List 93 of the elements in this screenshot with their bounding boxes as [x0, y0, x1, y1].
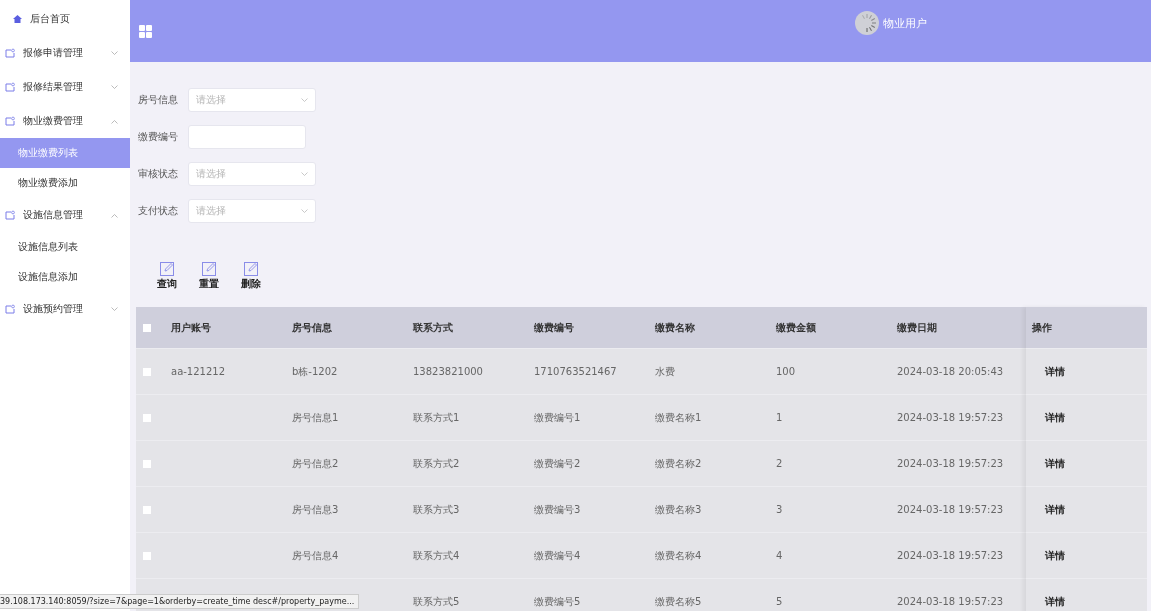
table-cell: 2024-03-18 19:57:23 [897, 412, 1004, 423]
table-cell: 缴费编号1 [534, 411, 581, 423]
sidebar-group[interactable]: 设施预约管理 [0, 292, 130, 326]
grid-icon[interactable] [139, 24, 152, 38]
sidebar-subitem[interactable]: 物业缴费添加 [0, 168, 130, 198]
table-cell: 5 [776, 596, 783, 607]
checkbox[interactable] [143, 459, 151, 468]
table-cell: 2024-03-18 19:57:23 [897, 596, 1004, 607]
folder-icon [5, 82, 15, 92]
table-cell: 2024-03-18 19:57:23 [897, 504, 1004, 515]
avatar-icon [855, 11, 879, 35]
field-label: 房号信息 [138, 93, 179, 107]
table-cell: 房号信息4 [292, 549, 339, 561]
folder-icon [5, 304, 15, 314]
table-cell: 2024-03-18 19:57:23 [897, 550, 1004, 561]
table-cell: 缴费编号3 [534, 503, 581, 515]
edit-icon [243, 261, 259, 276]
table-cell: 100 [776, 366, 796, 377]
checkbox[interactable] [143, 551, 151, 560]
table-cell: 缴费名称1 [655, 411, 702, 423]
table-cell: 2024-03-18 19:57:23 [897, 458, 1004, 469]
table-cell: 房号信息3 [292, 503, 339, 515]
column-header: 缴费金额 [776, 320, 817, 335]
edit-icon [201, 261, 217, 276]
table-cell: 1710763521467 [534, 366, 617, 377]
sidebar-group[interactable]: 报修申请管理 [0, 36, 130, 70]
table-cell: 联系方式2 [413, 457, 460, 469]
column-header: 用户账号 [171, 320, 212, 335]
table-cell: 缴费名称4 [655, 549, 702, 561]
sidebar-group[interactable]: 设施信息管理 [0, 198, 130, 232]
folder-icon [5, 48, 15, 58]
column-header: 联系方式 [413, 320, 454, 335]
detail-link[interactable]: 详情 [1045, 456, 1065, 471]
table-cell: 13823821000 [413, 366, 483, 377]
table-cell: 缴费名称2 [655, 457, 702, 469]
table-cell: 缴费名称3 [655, 503, 702, 515]
action-button[interactable]: 删除 [241, 261, 261, 291]
table-cell: 2024-03-18 20:05:43 [897, 366, 1004, 377]
sidebar-item[interactable]: 后台首页 [0, 2, 130, 36]
table-cell: 2 [776, 458, 783, 469]
column-header: 房号信息 [292, 320, 333, 335]
detail-link[interactable]: 详情 [1045, 410, 1065, 425]
field-label: 审核状态 [138, 167, 179, 181]
table-cell: 缴费名称5 [655, 595, 702, 607]
detail-link[interactable]: 详情 [1045, 502, 1065, 517]
table-cell: 联系方式4 [413, 549, 460, 561]
table-cell: 水费 [655, 365, 675, 377]
sidebar-group[interactable]: 报修结果管理 [0, 70, 130, 104]
folder-icon [5, 210, 15, 220]
chevron-icon [301, 97, 308, 103]
column-header: 缴费日期 [897, 320, 938, 335]
field-label: 缴费编号 [138, 130, 179, 144]
table-cell: 1 [776, 412, 783, 423]
table-cell: b栋-1202 [292, 365, 338, 377]
column-header: 操作 [1032, 320, 1052, 335]
detail-link[interactable]: 详情 [1045, 594, 1065, 609]
table-cell: 房号信息2 [292, 457, 339, 469]
column-header: 缴费编号 [534, 320, 575, 335]
detail-link[interactable]: 详情 [1045, 364, 1065, 379]
checkbox[interactable] [143, 323, 151, 332]
table-cell: 缴费编号2 [534, 457, 581, 469]
table-cell: 缴费编号5 [534, 595, 581, 607]
table-cell: 房号信息1 [292, 411, 339, 423]
checkbox[interactable] [143, 367, 151, 376]
chevron-icon [111, 212, 118, 218]
chevron-icon [111, 84, 118, 90]
column-header: 缴费名称 [655, 320, 696, 335]
sidebar-subitem[interactable]: 设施信息添加 [0, 262, 130, 292]
sidebar-subitem[interactable]: 设施信息列表 [0, 232, 130, 262]
status-bar-url: 39.108.173.140:8059/?size=7&page=1&orderby=create_time desc#/property_payme... [0, 594, 360, 609]
action-button[interactable]: 重置 [199, 261, 219, 291]
action-button[interactable]: 查询 [157, 261, 177, 291]
table-cell: 缴费编号4 [534, 549, 581, 561]
chevron-icon [111, 50, 118, 56]
table-cell: 3 [776, 504, 783, 515]
sidebar-group[interactable]: 物业缴费管理 [0, 104, 130, 138]
table-cell: 联系方式5 [413, 595, 460, 607]
table-cell: 联系方式3 [413, 503, 460, 515]
folder-icon [5, 116, 15, 126]
home-icon [13, 15, 22, 23]
chevron-icon [301, 171, 308, 177]
checkbox[interactable] [143, 505, 151, 514]
chevron-icon [111, 306, 118, 312]
table-cell: aa-121212 [171, 366, 226, 377]
table-cell: 4 [776, 550, 783, 561]
table-cell: 联系方式1 [413, 411, 460, 423]
input-field[interactable] [188, 125, 306, 149]
checkbox[interactable] [143, 413, 151, 422]
chevron-icon [301, 208, 308, 214]
detail-link[interactable]: 详情 [1045, 548, 1065, 563]
edit-icon [159, 261, 175, 276]
field-label: 支付状态 [138, 204, 179, 218]
chevron-icon [111, 118, 118, 124]
